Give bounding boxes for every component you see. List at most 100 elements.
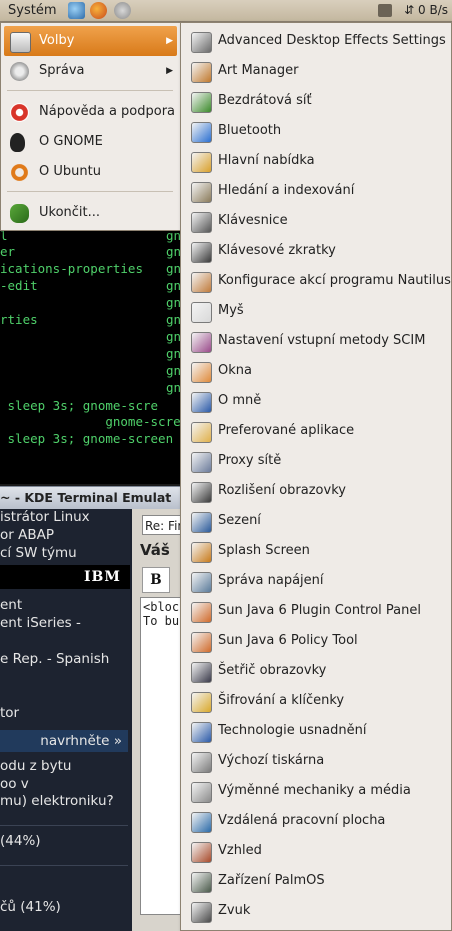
proxy-icon: [191, 452, 212, 473]
submenu-item[interactable]: Hlavní nabídka: [184, 146, 450, 176]
submenu-item[interactable]: Zařízení PalmOS: [184, 866, 450, 896]
submenu-item[interactable]: Splash Screen: [184, 536, 450, 566]
java-plugin-icon: [191, 602, 212, 623]
wireless-icon: [191, 92, 212, 113]
submenu-item[interactable]: Bezdrátová síť: [184, 86, 450, 116]
art-manager-icon: [191, 62, 212, 83]
screensaver-icon: [191, 662, 212, 683]
submenu-item[interactable]: Klávesové zkratky: [184, 236, 450, 266]
preferred-apps-icon: [191, 422, 212, 443]
submenu-item-label: Preferované aplikace: [218, 423, 355, 438]
submenu-item-label: Hledání a indexování: [218, 183, 355, 198]
poll-question: mu) elektroniku?: [0, 793, 114, 809]
sound-icon: [191, 902, 212, 923]
job-link[interactable]: ent iSeries -: [0, 615, 81, 631]
poll-question: odu z bytu: [0, 758, 72, 774]
job-link[interactable]: istrátor Linux: [0, 509, 90, 525]
submenu-item[interactable]: Nastavení vstupní metody SCIM: [184, 326, 450, 356]
job-link[interactable]: ent: [0, 597, 22, 613]
menu-item-label: O Ubuntu: [39, 164, 101, 179]
help-browser-launcher-icon[interactable]: [68, 2, 85, 19]
terminal-titlebar[interactable]: ~ - KDE Terminal Emulat: [0, 486, 190, 510]
scim-icon: [191, 332, 212, 353]
suggest-link[interactable]: navrhněte »: [0, 730, 128, 752]
firefox-launcher-icon[interactable]: [90, 2, 107, 19]
submenu-item[interactable]: O mně: [184, 386, 450, 416]
terminal-line: -edit: [0, 278, 38, 293]
submenu-arrow-icon: ▶: [166, 66, 173, 76]
submenu-item-label: Výměnné mechaniky a média: [218, 783, 411, 798]
submenu-item[interactable]: Správa napájení: [184, 566, 450, 596]
submenu-item[interactable]: Advanced Desktop Effects Settings: [184, 26, 450, 56]
submenu-item-label: Art Manager: [218, 63, 299, 78]
submenu-item[interactable]: Sun Java 6 Plugin Control Panel: [184, 596, 450, 626]
submenu-item-label: Vzdálená pracovní plocha: [218, 813, 386, 828]
submenu-item[interactable]: Preferované aplikace: [184, 416, 450, 446]
menu-item-logout[interactable]: Ukončit...: [4, 198, 177, 228]
settings-launcher-icon[interactable]: [114, 2, 131, 19]
network-rate: 0 B/s: [418, 3, 448, 17]
network-monitor-icon[interactable]: [378, 4, 392, 17]
main-menu-icon: [191, 152, 212, 173]
job-link[interactable]: cí SW týmu: [0, 545, 77, 561]
submenu-item[interactable]: Sezení: [184, 506, 450, 536]
poll-result: (44%): [0, 833, 41, 849]
windows-icon: [191, 362, 212, 383]
terminal-column-text: gn: [166, 295, 182, 310]
menu-item-about-gnome[interactable]: O GNOME: [4, 127, 177, 157]
submenu-item[interactable]: Sun Java 6 Policy Tool: [184, 626, 450, 656]
job-link[interactable]: e Rep. - Spanish: [0, 651, 109, 667]
menu-item-label: Ukončit...: [39, 205, 101, 220]
system-menu[interactable]: Systém: [2, 0, 62, 21]
submenu-item-label: Advanced Desktop Effects Settings: [218, 33, 446, 48]
submenu-item[interactable]: Vzhled: [184, 836, 450, 866]
menu-item-volby[interactable]: Volby ▶: [4, 26, 177, 56]
bold-button[interactable]: B: [142, 567, 170, 593]
submenu-item[interactable]: Šetřič obrazovky: [184, 656, 450, 686]
terminal-line: gnome-scre: [0, 414, 181, 429]
submenu-item-label: Výchozí tiskárna: [218, 753, 325, 768]
submenu-item[interactable]: Technologie usnadnění: [184, 716, 450, 746]
job-link[interactable]: or ABAP: [0, 527, 54, 543]
submenu-item[interactable]: Výměnné mechaniky a média: [184, 776, 450, 806]
submenu-item[interactable]: Šifrování a klíčenky: [184, 686, 450, 716]
submenu-item-label: Technologie usnadnění: [218, 723, 367, 738]
submenu-item[interactable]: Myš: [184, 296, 450, 326]
menu-item-about-ubuntu[interactable]: O Ubuntu: [4, 157, 177, 187]
administration-icon: [10, 62, 29, 81]
menu-item-sprava[interactable]: Správa ▶: [4, 56, 177, 86]
terminal-column-text: gn: [166, 278, 182, 293]
submenu-item-label: Zařízení PalmOS: [218, 873, 325, 888]
network-monitor[interactable]: ⇵ 0 B/s: [404, 0, 448, 21]
poll-divider: [0, 865, 128, 866]
terminal-line: sleep 3s; gnome-screen: [0, 431, 174, 446]
submenu-item-label: Konfigurace akcí programu Nautilus: [218, 273, 451, 288]
menu-item-label: Správa: [39, 63, 85, 78]
terminal-column-text: gn: [166, 363, 182, 378]
java-policy-icon: [191, 632, 212, 653]
submenu-item[interactable]: Art Manager: [184, 56, 450, 86]
submenu-item-label: Sezení: [218, 513, 261, 528]
editor-heading: Váš: [140, 541, 170, 559]
submenu-item[interactable]: Rozlišení obrazovky: [184, 476, 450, 506]
submenu-item-label: Vzhled: [218, 843, 262, 858]
submenu-item[interactable]: Konfigurace akcí programu Nautilus: [184, 266, 451, 296]
submenu-item-label: Šetřič obrazovky: [218, 663, 327, 678]
preferences-icon: [10, 32, 31, 53]
preferences-submenu: Advanced Desktop Effects Settings Art Man…: [180, 22, 452, 931]
submenu-item[interactable]: Proxy sítě: [184, 446, 450, 476]
job-link[interactable]: tor: [0, 705, 19, 721]
system-menu-dropdown: Volby ▶ Správa ▶ Nápověda a podpora O GN…: [0, 22, 181, 231]
submenu-item-label: Nastavení vstupní metody SCIM: [218, 333, 426, 348]
submenu-item[interactable]: Okna: [184, 356, 450, 386]
submenu-item[interactable]: Výchozí tiskárna: [184, 746, 450, 776]
submenu-item-label: Správa napájení: [218, 573, 324, 588]
sessions-icon: [191, 512, 212, 533]
submenu-item[interactable]: Bluetooth: [184, 116, 450, 146]
submenu-item[interactable]: Vzdálená pracovní plocha: [184, 806, 450, 836]
submenu-item[interactable]: Klávesnice: [184, 206, 450, 236]
submenu-item-label: O mně: [218, 393, 262, 408]
submenu-item[interactable]: Zvuk: [184, 896, 450, 926]
menu-item-help[interactable]: Nápověda a podpora: [4, 97, 177, 127]
submenu-item[interactable]: Hledání a indexování: [184, 176, 450, 206]
